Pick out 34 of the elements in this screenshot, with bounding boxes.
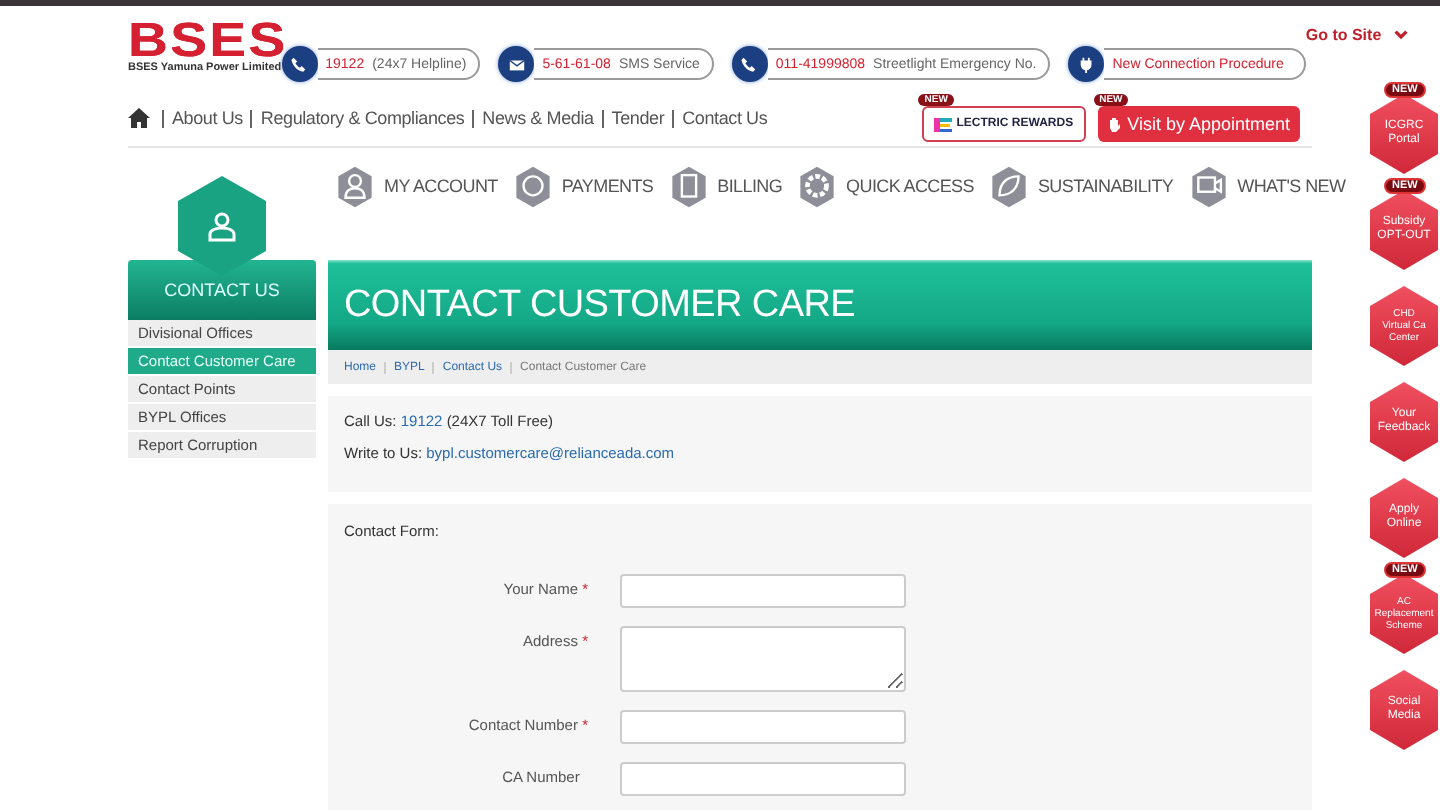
nav-link[interactable]: Regulatory & Compliances bbox=[250, 109, 473, 127]
e-logo-icon bbox=[934, 115, 953, 133]
hand-icon bbox=[1107, 116, 1122, 132]
menu-item[interactable]: PAYMENTS bbox=[513, 165, 654, 207]
nav-link[interactable]: News & Media bbox=[472, 109, 602, 127]
person-icon bbox=[336, 165, 374, 207]
menu-item[interactable]: MY ACCOUNT bbox=[336, 165, 498, 207]
nav-link[interactable]: About Us bbox=[162, 109, 251, 127]
appointment-button[interactable]: Visit by Appointment bbox=[1097, 106, 1300, 142]
input-field[interactable] bbox=[620, 762, 906, 796]
menu-item[interactable]: WHAT'S NEW bbox=[1189, 165, 1346, 207]
page-title: CONTACT CUSTOMER CARE bbox=[328, 260, 1312, 350]
go-to-site-link[interactable]: Go to Site bbox=[1305, 26, 1408, 44]
document-icon bbox=[669, 165, 708, 207]
nav-link[interactable]: Contact Us bbox=[672, 109, 776, 127]
menu-item[interactable]: QUICK ACCESS bbox=[798, 165, 974, 207]
section-header: CONTACT US bbox=[128, 260, 316, 320]
coin-icon bbox=[513, 165, 552, 207]
menu-item[interactable]: BILLING bbox=[669, 165, 783, 207]
phone-icon bbox=[731, 46, 768, 82]
menu-item[interactable]: SUSTAINABILITY bbox=[989, 165, 1174, 207]
address-field[interactable] bbox=[620, 626, 906, 692]
input-field[interactable] bbox=[620, 710, 906, 744]
plug-icon bbox=[1068, 46, 1105, 82]
home-icon[interactable] bbox=[128, 108, 150, 128]
screen-icon bbox=[1189, 165, 1228, 207]
chevron-icon bbox=[1393, 30, 1408, 40]
leaf-icon bbox=[989, 165, 1028, 207]
gear-icon bbox=[798, 165, 837, 207]
phone-icon bbox=[281, 46, 318, 82]
bses-logo[interactable]: BSES bbox=[128, 22, 305, 60]
input-field[interactable] bbox=[620, 574, 906, 608]
mail-icon bbox=[498, 46, 535, 82]
nav-link[interactable]: Tender bbox=[601, 109, 673, 127]
